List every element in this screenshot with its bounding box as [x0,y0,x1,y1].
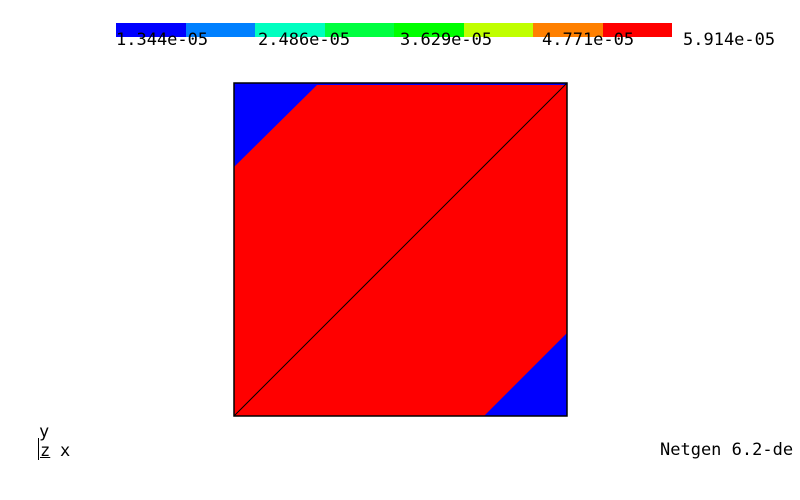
axis-y-line [38,438,39,460]
render-viewport[interactable]: 1.344e-05 2.486e-05 3.629e-05 4.771e-05 … [0,0,800,500]
mesh-canvas[interactable] [0,0,800,500]
version-label: Netgen 6.2-de [660,440,794,460]
axis-y-label: y [39,422,50,442]
axis-x-label: x [60,441,71,461]
axis-z-label: z [40,441,51,461]
